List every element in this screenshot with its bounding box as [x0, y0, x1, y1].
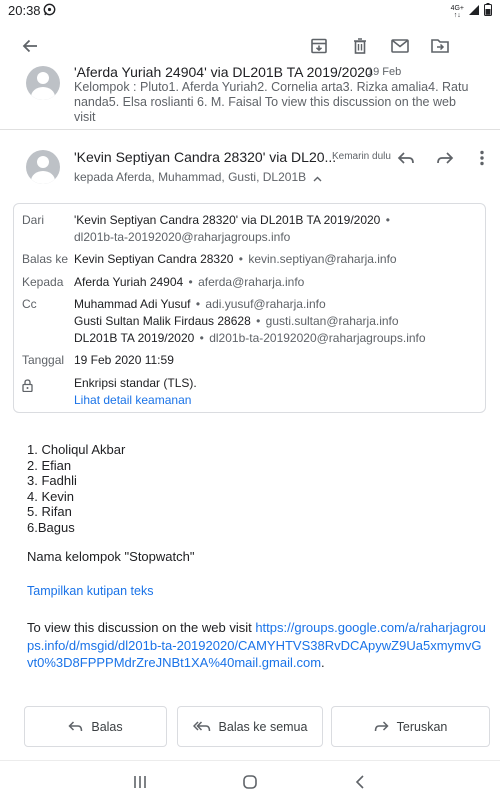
from-value: 'Kevin Septiyan Candra 28320' via DL201B… — [74, 213, 390, 244]
forward-icon — [437, 152, 454, 164]
reply-to-name: Kevin Septiyan Candra 28320 — [74, 252, 234, 266]
recent-apps-icon — [134, 776, 146, 788]
show-quoted-text-link[interactable]: Tampilkan kutipan teks — [27, 584, 153, 598]
move-to-icon — [431, 39, 449, 53]
previous-message-sender: 'Aferda Yuriah 24904' via DL201B TA 2019… — [74, 64, 373, 80]
reply-all-button[interactable]: Balas ke semua — [177, 706, 323, 747]
network-type-label: 4G+ — [450, 5, 464, 12]
signal-icon — [468, 3, 480, 21]
network-type: 4G+ ↑↓ — [451, 5, 464, 19]
list-item: 3. Fadhli — [27, 473, 77, 488]
status-time: 20:38 — [8, 3, 41, 18]
previous-message-date: 19 Feb — [367, 66, 402, 78]
status-indicators: 4G+ ↑↓ — [451, 3, 492, 21]
network-activity-label: ↑↓ — [453, 12, 461, 19]
message-actions: Balas Balas ke semua Teruskan — [24, 706, 490, 747]
member-list: 1. Choliqul Akbar 2. Efian 3. Fadhli 4. … — [27, 442, 125, 535]
discussion-footer: To view this discussion on the web visit… — [27, 619, 487, 672]
reply-button[interactable]: Balas — [24, 706, 167, 747]
cc-value: Muhammad Adi Yusuf • adi.yusuf@raharja.i… — [74, 297, 426, 345]
message-details: Dari 'Kevin Septiyan Candra 28320' via D… — [13, 203, 486, 413]
whatsapp-notification-icon — [43, 3, 56, 16]
reply-to-value: Kevin Septiyan Candra 28320 • kevin.sept… — [74, 252, 397, 266]
to-value: Aferda Yuriah 24904 • aferda@raharja.inf… — [74, 275, 305, 289]
home-icon — [243, 775, 257, 789]
date-value: 19 Feb 2020 11:59 — [74, 353, 174, 367]
list-item: 2. Efian — [27, 457, 72, 473]
cc-email: adi.yusuf@raharja.info — [205, 297, 326, 311]
previous-message-snippet: Kelompok : Pluto1. Aferda Yuriah2. Corne… — [74, 80, 469, 124]
from-name: 'Kevin Septiyan Candra 28320' via DL201B… — [74, 213, 381, 227]
mark-unread-button[interactable] — [388, 34, 412, 58]
home-button[interactable] — [240, 773, 260, 791]
reply-to-label: Balas ke — [22, 252, 69, 266]
archive-button[interactable] — [307, 34, 331, 58]
footer-suffix: . — [321, 655, 325, 670]
to-email: aferda@raharja.info — [198, 275, 305, 289]
reply-icon — [397, 152, 414, 164]
move-to-button[interactable] — [428, 34, 452, 58]
cc-email: gusti.sultan@raharja.info — [265, 314, 399, 328]
sender-avatar — [26, 150, 60, 184]
footer-prefix: To view this discussion on the web visit — [27, 620, 256, 635]
archive-icon — [311, 38, 327, 54]
system-nav-bar — [0, 760, 500, 800]
recent-apps-button[interactable] — [130, 773, 150, 791]
group-name-line: Nama kelompok "Stopwatch" — [27, 549, 195, 564]
back-button[interactable] — [18, 34, 42, 58]
cc-name: DL201B TA 2019/2020 — [74, 331, 195, 345]
message-header: 'Kevin Septiyan Candra 28320' via DL20..… — [0, 140, 500, 200]
mark-unread-icon — [391, 39, 409, 53]
recipients-summary: kepada Aferda, Muhammad, Gusti, DL201B — [74, 170, 307, 184]
delete-button[interactable] — [348, 34, 372, 58]
list-item: 6.Bagus — [27, 519, 75, 535]
to-name: Aferda Yuriah 24904 — [74, 275, 184, 289]
reply-button-label: Balas — [91, 719, 123, 734]
previous-message[interactable]: 'Aferda Yuriah 24904' via DL201B TA 2019… — [0, 60, 500, 130]
lock-icon — [22, 379, 33, 397]
date-label: Tanggal — [22, 353, 65, 367]
reply-icon-button[interactable] — [394, 146, 418, 170]
reply-icon — [68, 721, 83, 732]
system-back-button[interactable] — [350, 773, 370, 791]
back-arrow-icon — [22, 39, 37, 53]
recipients-toggle[interactable]: kepada Aferda, Muhammad, Gusti, DL201B — [74, 170, 322, 185]
message-date: Kemarin dulu — [332, 151, 391, 162]
delete-icon — [354, 38, 366, 54]
status-bar: 20:38 4G+ ↑↓ — [0, 0, 500, 22]
reply-all-button-label: Balas ke semua — [218, 719, 308, 734]
security-value: Enkripsi standar (TLS). Lihat detail kea… — [74, 375, 197, 409]
list-item: 1. Choliqul Akbar — [27, 442, 126, 457]
sender-name: 'Kevin Septiyan Candra 28320' via DL20..… — [74, 149, 337, 165]
chevron-left-icon — [355, 775, 364, 789]
forward-icon-button[interactable] — [433, 146, 457, 170]
reply-to-email: kevin.septiyan@raharja.info — [248, 252, 397, 266]
forward-button[interactable]: Teruskan — [331, 706, 490, 747]
forward-icon — [374, 721, 389, 732]
battery-icon — [484, 3, 492, 21]
security-details-link[interactable]: Lihat detail keamanan — [74, 393, 191, 407]
cc-label: Cc — [22, 297, 37, 311]
cc-name: Gusti Sultan Malik Firdaus 28628 — [74, 314, 251, 328]
chevron-up-icon — [313, 171, 322, 185]
cc-email: dl201b-ta-20192020@raharjagroups.info — [209, 331, 426, 345]
avatar — [26, 66, 60, 100]
encryption-label: Enkripsi standar (TLS). — [74, 376, 197, 390]
forward-button-label: Teruskan — [396, 719, 448, 734]
list-item: 4. Kevin — [27, 488, 74, 504]
cc-name: Muhammad Adi Yusuf — [74, 297, 191, 311]
from-label: Dari — [22, 213, 45, 227]
more-vert-icon — [480, 150, 484, 166]
list-item: 5. Rifan — [27, 504, 72, 519]
from-email: dl201b-ta-20192020@raharjagroups.info — [74, 230, 291, 244]
to-label: Kepada — [22, 275, 64, 289]
reply-all-icon — [192, 721, 210, 732]
more-options-button[interactable] — [470, 146, 494, 170]
